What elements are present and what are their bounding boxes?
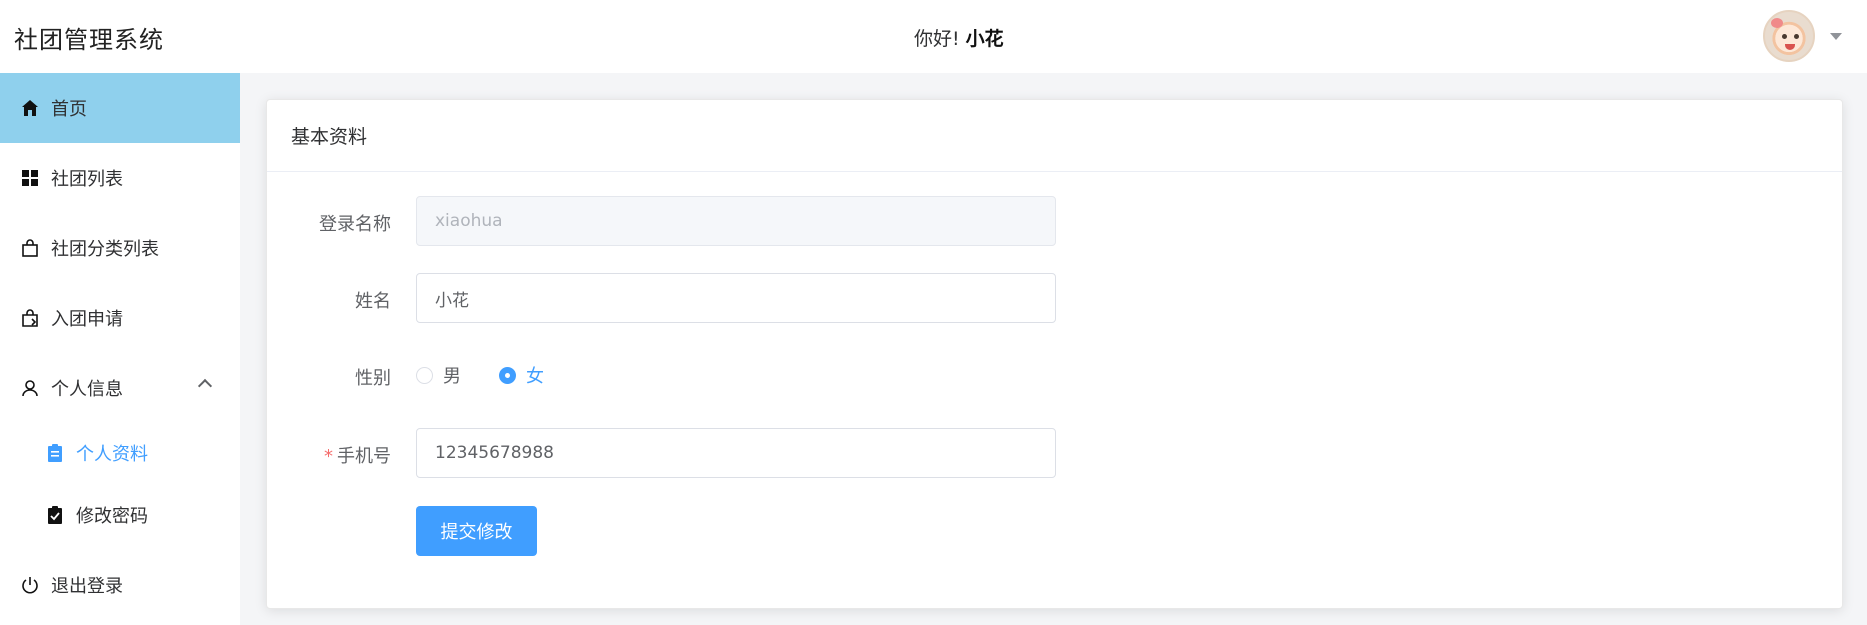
- top-header: 社团管理系统 你好! 小花: [0, 0, 1867, 73]
- form-row-phone: * 手机号: [267, 428, 1267, 478]
- caret-down-icon[interactable]: [1830, 33, 1842, 40]
- sidebar-subitem-label: 修改密码: [76, 506, 148, 527]
- sidebar-subitem-profile[interactable]: 个人资料: [0, 423, 240, 483]
- card-title: 基本资料: [267, 100, 1842, 172]
- clipboard-check-icon: [45, 505, 65, 525]
- sidebar-item-club-list[interactable]: 社团列表: [0, 143, 240, 213]
- chevron-up-icon: [197, 378, 213, 394]
- sidebar-item-personal-info[interactable]: 个人信息: [0, 353, 240, 423]
- phone-label: * 手机号: [324, 442, 391, 468]
- radio-circle: [499, 366, 516, 384]
- sidebar-subitem-label: 个人资料: [76, 444, 148, 465]
- sidebar-item-label: 个人信息: [51, 379, 123, 400]
- form-row-login-name: 登录名称: [267, 196, 1267, 246]
- submit-button[interactable]: 提交修改: [416, 506, 537, 556]
- sidebar-item-label: 退出登录: [51, 576, 123, 597]
- gender-label: 性别: [355, 368, 391, 389]
- sidebar-item-home[interactable]: 首页: [0, 73, 240, 143]
- name-label: 姓名: [355, 291, 391, 312]
- sidebar: 首页 社团列表 社团分类列表 入团申请 个人信息 个人资料 修改密码 退出登录: [0, 73, 240, 625]
- avatar-eye-left: [1782, 34, 1787, 39]
- sidebar-subitem-change-password[interactable]: 修改密码: [0, 485, 240, 545]
- sidebar-item-label: 社团分类列表: [51, 239, 159, 260]
- avatar-eye-right: [1794, 34, 1799, 39]
- login-name-label: 登录名称: [319, 214, 391, 235]
- phone-field[interactable]: [416, 428, 1056, 478]
- user-icon: [20, 378, 40, 398]
- home-icon: [20, 98, 40, 118]
- sidebar-item-logout[interactable]: 退出登录: [0, 550, 240, 620]
- avatar-bow-decoration: [1771, 18, 1783, 28]
- login-name-field: [416, 196, 1056, 246]
- user-name: 小花: [965, 28, 1004, 50]
- profile-card: 基本资料 登录名称 姓名 性别 男 女 *手机号 提交修改: [266, 99, 1843, 609]
- gender-radio-female[interactable]: 女: [499, 362, 544, 388]
- form-row-name: 姓名: [267, 273, 1267, 323]
- radio-label: 女: [526, 366, 544, 387]
- clipboard-icon: [45, 443, 65, 463]
- greeting: 你好! 小花: [914, 24, 1004, 51]
- app-title: 社团管理系统: [14, 26, 164, 54]
- radio-circle: [416, 366, 433, 384]
- gender-radio-male[interactable]: 男: [416, 362, 461, 388]
- sidebar-item-label: 入团申请: [51, 309, 123, 330]
- power-icon: [20, 575, 40, 595]
- bag-return-icon: [20, 308, 40, 328]
- radio-label: 男: [443, 366, 461, 387]
- phone-label-text: 手机号: [337, 446, 391, 467]
- sidebar-item-label: 社团列表: [51, 169, 123, 190]
- avatar[interactable]: [1763, 10, 1815, 62]
- form-row-gender: 性别 男 女: [267, 350, 1267, 400]
- greeting-prefix: 你好!: [914, 28, 960, 50]
- sidebar-item-category-list[interactable]: 社团分类列表: [0, 213, 240, 283]
- name-field[interactable]: [416, 273, 1056, 323]
- grid-icon: [20, 168, 40, 188]
- bag-icon: [20, 238, 40, 258]
- gender-radio-group: 男 女: [416, 362, 582, 388]
- sidebar-item-join-application[interactable]: 入团申请: [0, 283, 240, 353]
- required-mark: *: [324, 446, 333, 467]
- sidebar-item-label: 首页: [51, 99, 87, 120]
- avatar-mouth: [1785, 44, 1795, 50]
